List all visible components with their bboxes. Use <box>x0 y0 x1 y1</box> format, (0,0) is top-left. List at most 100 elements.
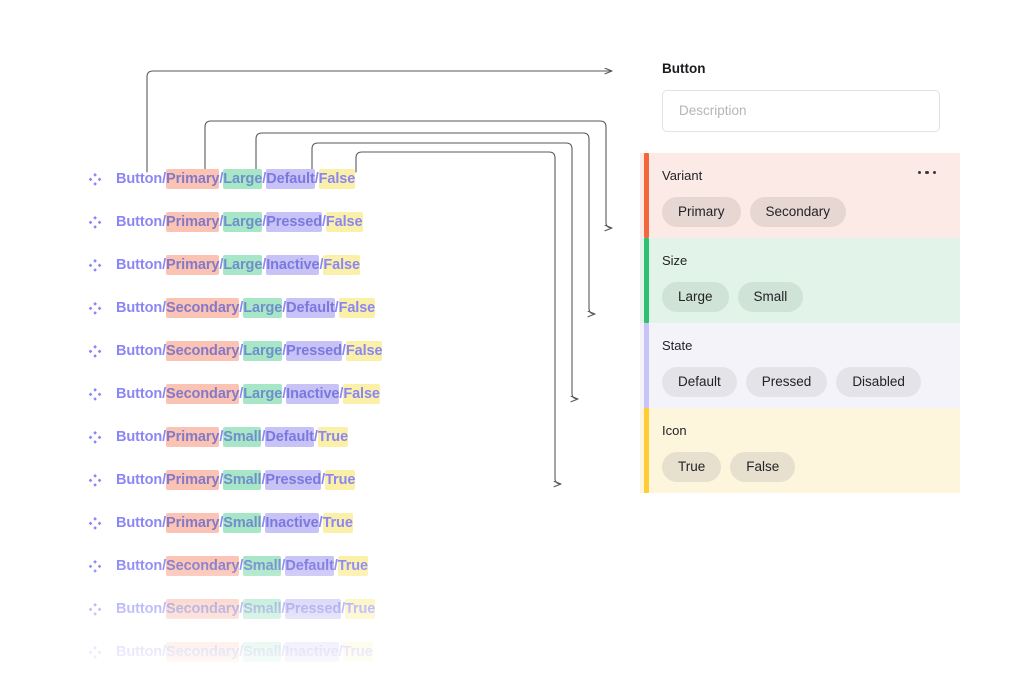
layer-list-item[interactable]: Button/Primary/Large/Inactive/False <box>88 244 508 287</box>
figma-component-icon <box>88 473 102 488</box>
more-horizontal-icon[interactable] <box>917 167 936 179</box>
layer-item-label: Button/Secondary/Large/Pressed/False <box>116 341 383 362</box>
layer-list-item[interactable]: Button/Secondary/Large/Default/False <box>88 287 508 330</box>
layer-prop-size: Large <box>243 298 283 319</box>
layer-prop-size: Small <box>243 599 282 620</box>
figma-component-icon <box>88 430 102 445</box>
layer-prop-variant: Secondary <box>166 341 240 362</box>
layer-list-item[interactable]: Button/Secondary/Small/Inactive/True <box>88 631 508 674</box>
property-group-variant: Variant Primary Secondary <box>640 152 960 238</box>
property-value-pill[interactable]: Large <box>662 281 729 312</box>
layer-base-name: Button <box>116 558 163 575</box>
layer-prop-icon: False <box>338 298 376 319</box>
layer-prop-size: Small <box>243 556 282 577</box>
layer-prop-variant: Primary <box>166 255 220 276</box>
layer-list-item[interactable]: Button/Secondary/Small/Default/True <box>88 545 508 588</box>
layer-base-name: Button <box>116 601 163 618</box>
layer-base-name: Button <box>116 644 163 661</box>
layer-prop-icon: False <box>318 169 356 190</box>
figma-component-icon <box>88 215 102 230</box>
layer-list-item[interactable]: Button/Primary/Small/Pressed/True <box>88 459 508 502</box>
property-group-name: Icon <box>662 422 687 438</box>
layer-item-label: Button/Secondary/Large/Default/False <box>116 298 376 319</box>
layer-prop-variant: Primary <box>166 513 220 534</box>
property-value-pill[interactable]: True <box>662 451 722 482</box>
layer-list: Button/Primary/Large/Default/False Button… <box>88 158 508 674</box>
property-value-pill[interactable]: False <box>730 451 796 482</box>
layer-prop-icon: True <box>342 642 373 663</box>
layer-list-item[interactable]: Button/Primary/Small/Default/True <box>88 416 508 459</box>
layer-base-name: Button <box>116 343 163 360</box>
layer-prop-variant: Secondary <box>166 384 240 405</box>
component-properties-panel: Button VariantPrimarySecondarySizeLargeS… <box>640 62 960 493</box>
layer-list-item[interactable]: Button/Primary/Large/Default/False <box>88 158 508 201</box>
layer-list-item[interactable]: Button/Secondary/Small/Pressed/True <box>88 588 508 631</box>
property-value-list: Large Small <box>662 281 804 312</box>
layer-item-label: Button/Primary/Large/Pressed/False <box>116 212 363 233</box>
layer-prop-size: Small <box>223 470 262 491</box>
layer-prop-variant: Secondary <box>166 642 240 663</box>
layer-prop-state: Default <box>286 298 335 319</box>
layer-prop-variant: Primary <box>166 470 220 491</box>
layer-prop-state: Default <box>285 556 334 577</box>
property-groups: Variant Primary Secondary Size Large Small Sta… <box>640 152 960 493</box>
layer-prop-icon: True <box>337 556 368 577</box>
layer-prop-size: Large <box>243 341 283 362</box>
layer-prop-state: Inactive <box>286 384 340 405</box>
layer-item-label: Button/Primary/Small/Default/True <box>116 427 349 448</box>
layer-prop-icon: True <box>317 427 349 448</box>
description-input[interactable] <box>677 102 925 119</box>
layer-base-name: Button <box>116 257 163 274</box>
layer-prop-icon: False <box>323 255 360 276</box>
layer-prop-size: Large <box>223 169 263 190</box>
layer-prop-icon: True <box>345 599 376 620</box>
layer-prop-variant: Primary <box>166 212 220 233</box>
layer-item-label: Button/Secondary/Large/Inactive/False <box>116 384 380 405</box>
layer-base-name: Button <box>116 429 163 446</box>
figma-component-icon <box>88 258 102 273</box>
layer-prop-state: Inactive <box>285 642 339 663</box>
layer-prop-variant: Secondary <box>166 599 240 620</box>
connector-base <box>146 71 612 173</box>
layer-prop-state: Default <box>265 427 314 448</box>
property-value-pill[interactable]: Small <box>737 281 804 312</box>
property-value-pill[interactable]: Pressed <box>745 366 828 397</box>
layer-item-label: Button/Primary/Small/Inactive/True <box>116 513 353 534</box>
property-value-list: Default Pressed Disabled <box>662 366 921 397</box>
layer-prop-variant: Primary <box>166 427 220 448</box>
layer-prop-size: Large <box>243 384 283 405</box>
layer-base-name: Button <box>116 386 163 403</box>
layer-prop-state: Pressed <box>265 470 322 491</box>
layer-base-name: Button <box>116 171 163 188</box>
layer-prop-icon: False <box>343 384 380 405</box>
figma-component-icon <box>88 645 102 660</box>
figma-component-icon <box>88 344 102 359</box>
path-separator: / <box>338 644 343 661</box>
property-value-pill[interactable]: Default <box>662 366 737 397</box>
layer-prop-size: Large <box>223 212 263 233</box>
figma-component-icon <box>88 301 102 316</box>
layer-item-label: Button/Primary/Large/Default/False <box>116 169 356 190</box>
property-value-pill[interactable]: Disabled <box>836 366 921 397</box>
layer-list-item[interactable]: Button/Secondary/Large/Pressed/False <box>88 330 508 373</box>
layer-list-item[interactable]: Button/Primary/Large/Pressed/False <box>88 201 508 244</box>
property-value-list: Primary Secondary <box>662 196 847 227</box>
layer-item-label: Button/Secondary/Small/Default/True <box>116 556 368 577</box>
layer-list-item[interactable]: Button/Primary/Small/Inactive/True <box>88 502 508 545</box>
figma-component-icon <box>88 559 102 574</box>
property-value-pill[interactable]: Primary <box>662 196 741 227</box>
layer-item-label: Button/Secondary/Small/Pressed/True <box>116 599 376 620</box>
path-separator: / <box>318 515 323 532</box>
property-group-name: State <box>662 337 693 353</box>
figma-component-icon <box>88 387 102 402</box>
property-value-pill[interactable]: Secondary <box>749 196 847 227</box>
page-title: Button <box>662 61 706 76</box>
description-field-wrapper[interactable] <box>662 89 940 132</box>
layer-prop-variant: Primary <box>166 169 220 190</box>
layer-list-item[interactable]: Button/Secondary/Large/Inactive/False <box>88 373 508 416</box>
layer-base-name: Button <box>116 515 163 532</box>
layer-prop-variant: Secondary <box>166 298 240 319</box>
figma-component-icon <box>88 602 102 617</box>
layer-prop-size: Small <box>223 513 262 534</box>
layer-prop-state: Default <box>266 169 315 190</box>
